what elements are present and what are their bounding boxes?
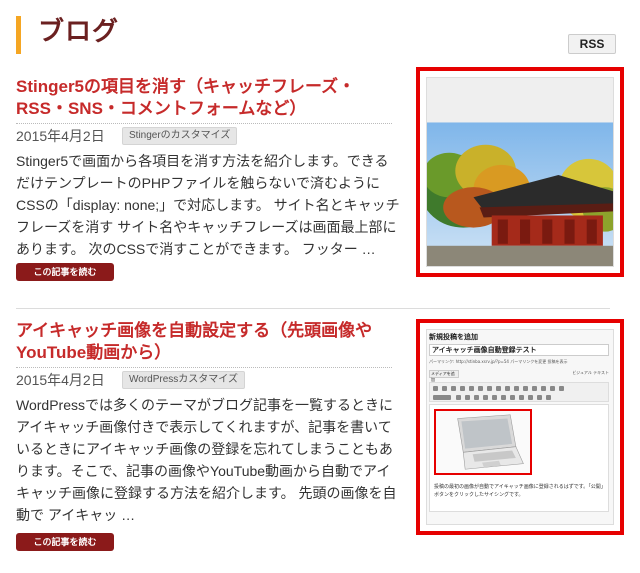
rss-button[interactable]: RSS	[568, 34, 616, 54]
page-title: ブログ	[38, 17, 120, 47]
editor-media-button: メディアを追加	[429, 370, 459, 382]
read-more-button[interactable]: この記事を読む	[16, 263, 114, 281]
read-more-button[interactable]: この記事を読む	[16, 533, 114, 551]
post-item: アイキャッチ画像を自動設定する（先頭画像やYouTube動画から） 2015年4…	[16, 319, 624, 560]
laptop-image-icon	[434, 409, 532, 475]
post-excerpt: Stinger5で画面から各項目を消す方法を紹介します。できるだけテンプレートの…	[16, 153, 400, 257]
post-meta: 2015年4月2日 Stingerのカスタマイズ	[16, 126, 396, 146]
thumbnail-image	[426, 77, 614, 267]
title-divider	[16, 123, 392, 124]
header-accent-bar	[16, 16, 21, 54]
editor-permalink: パーマリンク: http://stinba.xsrv.jp/?p=54 パーマリ…	[429, 359, 568, 364]
editor-toolbar	[429, 382, 609, 402]
post-title-link[interactable]: アイキャッチ画像を自動設定する（先頭画像やYouTube動画から）	[16, 320, 396, 364]
post-meta: 2015年4月2日 WordPressカスタマイズ	[16, 370, 396, 390]
post-date: 2015年4月2日	[16, 372, 105, 388]
post-title-link[interactable]: Stinger5の項目を消す（キャッチフレーズ・RSS・SNS・コメントフォーム…	[16, 76, 396, 120]
post-item: Stinger5の項目を消す（キャッチフレーズ・RSS・SNS・コメントフォーム…	[16, 67, 624, 296]
editor-heading: 新規投稿を追加	[429, 333, 478, 341]
title-divider	[16, 367, 392, 368]
post-thumbnail-link[interactable]: 新規投稿を追加 アイキャッチ画像自動登録テスト パーマリンク: http://s…	[416, 319, 624, 535]
post-excerpt: WordPressでは多くのテーマがブログ記事を一覧するときにアイキャッチ画像付…	[16, 397, 397, 523]
editor-title-field: アイキャッチ画像自動登録テスト	[429, 344, 609, 356]
post-date: 2015年4月2日	[16, 128, 105, 144]
thumbnail-image: 新規投稿を追加 アイキャッチ画像自動登録テスト パーマリンク: http://s…	[426, 329, 614, 525]
temple-photo-icon	[427, 78, 613, 266]
category-tag[interactable]: Stingerのカスタマイズ	[122, 127, 238, 145]
page-header: ブログ RSS	[16, 12, 624, 56]
editor-tabs: ビジュアル テキスト	[572, 370, 609, 375]
post-separator	[16, 308, 610, 309]
editor-body-text: 投稿の最初の画像が自動でアイキャッチ画像に登録されるはずです。「公開」ボタンをク…	[434, 484, 606, 498]
category-tag[interactable]: WordPressカスタマイズ	[122, 371, 245, 389]
editor-body: 投稿の最初の画像が自動でアイキャッチ画像に登録されるはずです。「公開」ボタンをク…	[429, 404, 609, 512]
post-thumbnail-link[interactable]	[416, 67, 624, 277]
editor-screenshot: 新規投稿を追加 アイキャッチ画像自動登録テスト パーマリンク: http://s…	[427, 330, 613, 524]
